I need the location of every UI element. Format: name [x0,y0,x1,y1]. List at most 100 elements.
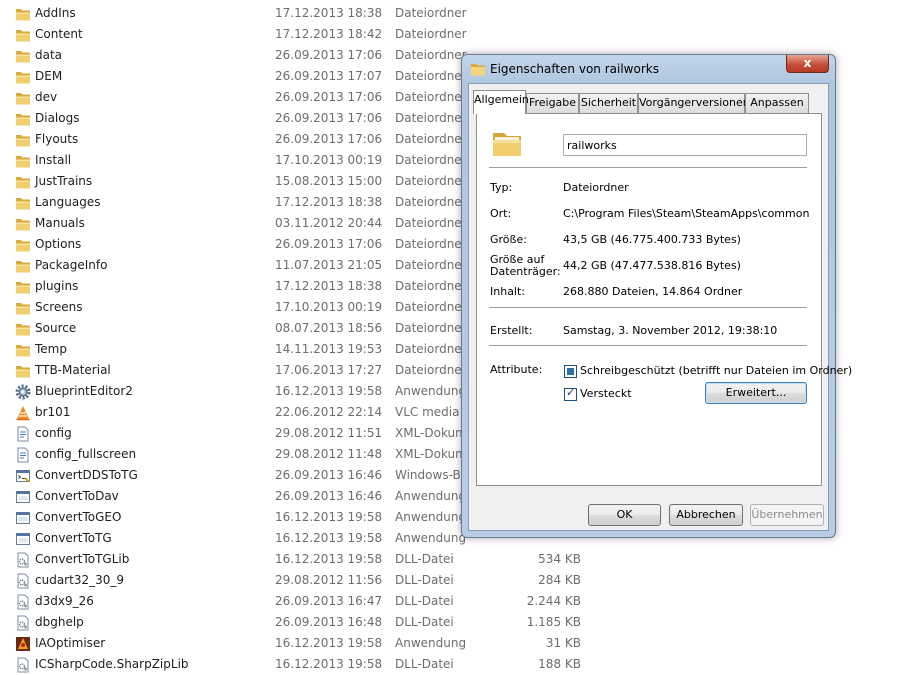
gear-file-icon [15,384,31,400]
file-name: AddIns [35,6,76,20]
file-date: 16.12.2013 19:58 [275,510,383,524]
location-label: Ort: [490,207,512,220]
file-date: 26.09.2013 17:06 [275,132,383,146]
folder-name-input[interactable] [563,134,807,156]
file-type: Dateiordner [395,195,467,209]
file-name: Screens [35,300,83,314]
file-date: 22.06.2012 22:14 [275,405,383,419]
file-type: Dateiordner [395,174,467,188]
file-row[interactable]: d3dx9_26 26.09.2013 16:47 DLL-Datei 2.244 K… [0,591,923,612]
file-date: 16.12.2013 19:58 [275,384,383,398]
file-date: 29.08.2012 11:56 [275,573,383,587]
file-date: 16.12.2013 19:58 [275,657,383,671]
app-file-icon [16,491,30,503]
dll-file-icon [17,552,29,568]
file-date: 11.07.2013 21:05 [275,258,383,272]
file-row[interactable]: IAOptimiser 16.12.2013 19:58 Anwendung 31 K… [0,633,923,654]
vlc-file-icon [16,406,30,421]
iaopt-file-icon [16,637,30,651]
file-date: 29.08.2012 11:48 [275,447,383,461]
file-date: 26.09.2013 17:07 [275,69,383,83]
type-label: Typ: [490,181,513,194]
tab-panel-general: Typ: Dateiordner Ort: C:\Program Files\S… [476,113,852,486]
file-date: 08.07.2013 18:56 [275,321,383,335]
type-value: Dateiordner [563,181,629,194]
file-type: Dateiordner [395,321,467,335]
file-name: ConvertToGEO [35,510,122,524]
app-file-icon [16,512,30,524]
disk-size-value: 44,2 GB (47.477.538.816 Bytes) [563,259,741,272]
file-date: 26.09.2013 16:46 [275,489,383,503]
file-name: Flyouts [35,132,79,146]
file-row[interactable]: dbghelp 26.09.2013 16:48 DLL-Datei 1.185 KB [0,612,923,633]
separator [489,167,807,168]
close-button[interactable]: x [786,55,829,73]
file-type: Dateiordner [395,279,467,293]
tab-general[interactable]: Allgemein [473,90,529,114]
file-date: 17.12.2013 18:42 [275,27,383,41]
ok-button[interactable]: OK [588,504,661,526]
file-name: ICSharpCode.SharpZipLib [35,657,189,671]
tab-previous-versions[interactable]: Vorgängerversionen [638,93,750,113]
tab-security[interactable]: Sicherheit [579,93,638,113]
contents-label: Inhalt: [490,285,526,298]
file-type: Dateiordner [395,258,467,272]
advanced-button[interactable]: Erweitert... [705,382,807,404]
file-row[interactable]: Content 17.12.2013 18:42 Dateiordner [0,24,923,45]
folder-icon [16,366,30,378]
file-type: Dateiordner [395,132,467,146]
file-size: 31 KB [545,636,581,650]
contents-value: 268.880 Dateien, 14.864 Ordner [563,285,743,298]
file-name: Temp [35,342,67,356]
apply-button[interactable]: Übernehmen [750,504,824,526]
hidden-label: Versteckt [580,387,632,400]
dialog-title: Eigenschaften von railworks [490,62,659,76]
file-date: 29.08.2012 11:51 [275,426,383,440]
folder-icon [16,9,30,21]
folder-icon [16,135,30,147]
dll-file-icon [17,594,29,610]
file-name: config [35,426,72,440]
file-row[interactable]: ICSharpCode.SharpZipLib 16.12.2013 19:58 D… [0,654,923,675]
file-name: Content [35,27,83,41]
batch-file-icon [16,470,30,483]
file-date: 03.11.2012 20:44 [275,216,383,230]
hidden-checkbox[interactable]: ✓ [564,386,577,401]
file-date: 16.12.2013 19:58 [275,531,383,545]
xml-file-icon [17,426,29,442]
file-name: ConvertToTG [35,531,112,545]
cancel-button[interactable]: Abbrechen [669,504,743,526]
tab-sharing[interactable]: Freigabe [526,93,579,113]
readonly-checkbox[interactable] [564,365,577,378]
file-type: Dateiordner [395,69,467,83]
file-type: Dateiordner [395,342,467,356]
file-name: JustTrains [35,174,93,188]
created-value: Samstag, 3. November 2012, 19:38:10 [563,324,778,337]
properties-dialog: Eigenschaften von railworks x Allgemein … [461,54,852,538]
folder-icon [16,303,30,315]
file-date: 17.12.2013 18:38 [275,279,383,293]
folder-icon [16,324,30,336]
file-type: Dateiordner [395,216,467,230]
file-row[interactable]: ConvertToTGLib 16.12.2013 19:58 DLL-Datei 5… [0,549,923,570]
size-value: 43,5 GB (46.775.400.733 Bytes) [563,233,741,246]
file-row[interactable]: AddIns 17.12.2013 18:38 Dateiordner [0,3,923,24]
file-type: Anwendung [395,489,467,503]
file-row[interactable]: cudart32_30_9 29.08.2012 11:56 DLL-Datei 28… [0,570,923,591]
file-type: Dateiordner [395,111,467,125]
disk-size-label-line2: Datenträger: [490,265,561,278]
file-type: Anwendung [395,510,467,524]
file-date: 26.09.2013 17:06 [275,48,383,62]
file-name: ConvertToTGLib [35,552,130,566]
file-type: XML-Dokum [395,426,467,440]
folder-icon [16,282,30,294]
file-name: PackageInfo [35,258,108,272]
file-date: 15.08.2013 15:00 [275,174,383,188]
tab-customize[interactable]: Anpassen [745,93,809,113]
file-date: 26.09.2013 16:46 [275,468,383,482]
folder-icon [471,64,485,76]
folder-icon [16,261,30,273]
file-name: cudart32_30_9 [35,573,124,587]
file-name: d3dx9_26 [35,594,94,608]
file-name: plugins [35,279,79,293]
